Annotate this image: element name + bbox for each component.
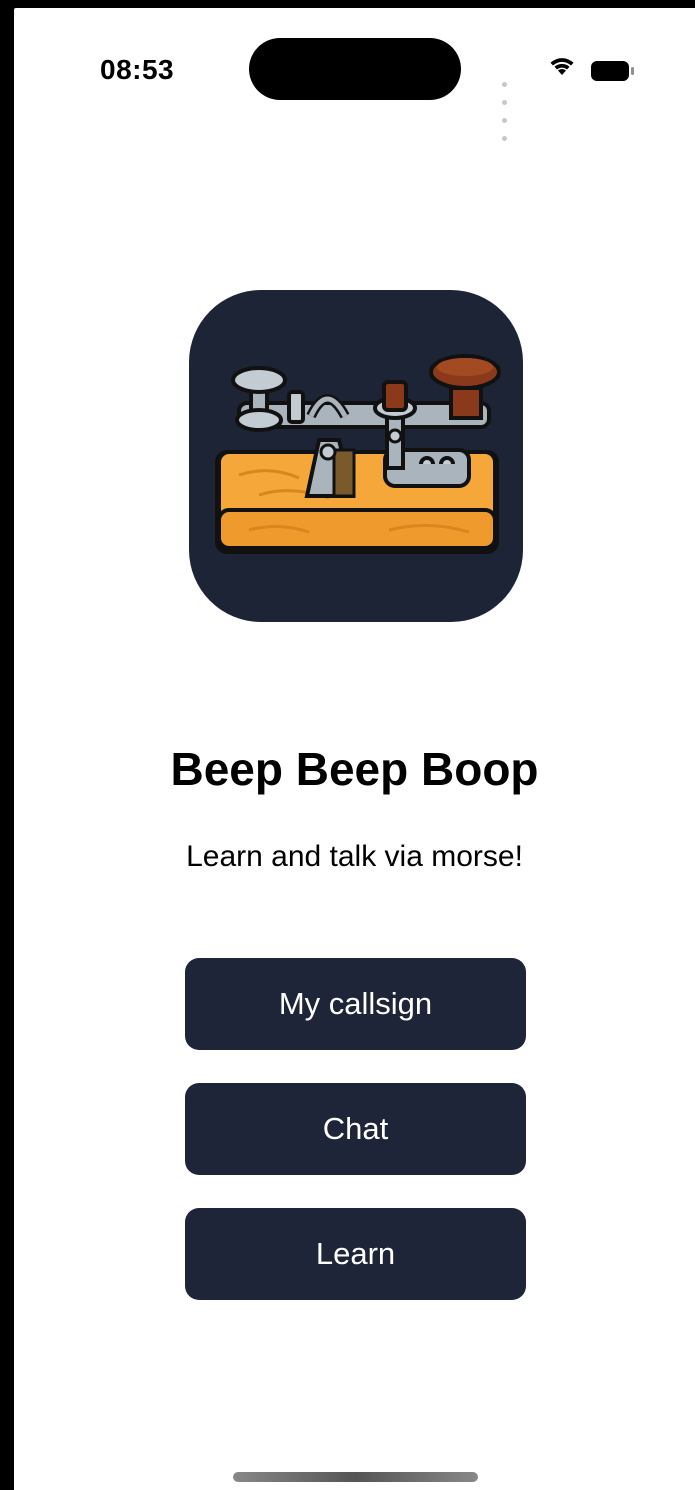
- battery-icon: [591, 61, 634, 81]
- status-bar: 08:53: [14, 8, 695, 141]
- dynamic-island: [249, 38, 461, 100]
- status-time: 08:53: [100, 54, 175, 85]
- signal-dots-icon: [502, 74, 509, 146]
- learn-button[interactable]: Learn: [185, 1208, 526, 1300]
- my-callsign-button[interactable]: My callsign: [185, 958, 526, 1050]
- telegraph-key-icon: [189, 290, 523, 622]
- app-title: Beep Beep Boop: [170, 743, 539, 795]
- chat-button[interactable]: Chat: [185, 1083, 526, 1175]
- device-frame: 08:53 Beep Beep Boop Learn and talk via …: [0, 0, 695, 1490]
- wifi-icon: [550, 58, 574, 75]
- home-indicator[interactable]: [233, 1472, 478, 1482]
- app-subtitle: Learn and talk via morse!: [186, 840, 523, 873]
- screen: 08:53 Beep Beep Boop Learn and talk via …: [14, 8, 695, 1490]
